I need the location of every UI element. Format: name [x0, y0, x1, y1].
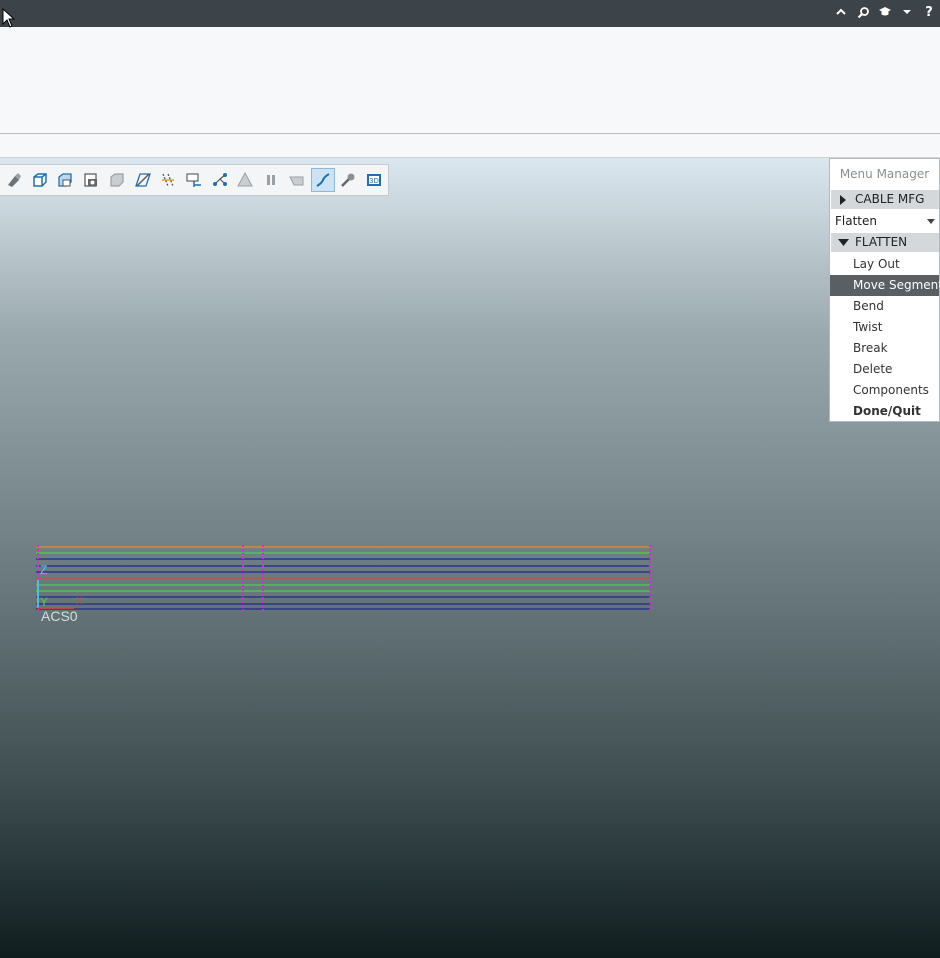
- graduation-cap-icon[interactable]: [878, 4, 892, 20]
- sub-toolbar-strip: [0, 134, 940, 158]
- wire-group: [36, 546, 650, 610]
- flatten-label: FLATTEN: [855, 235, 908, 249]
- csys-display-icon[interactable]: [182, 168, 206, 192]
- cable-display-icon[interactable]: [310, 168, 335, 192]
- menu-item-delete[interactable]: Delete: [830, 359, 939, 380]
- graphics-toolbar: 3D: [0, 164, 389, 196]
- z-axis-label: Z: [40, 563, 47, 577]
- menu-item-break[interactable]: Break: [830, 338, 939, 359]
- menu-item-lay-out[interactable]: Lay Out: [830, 254, 939, 275]
- coordinate-system-label: ACS0: [41, 608, 78, 624]
- menu-item-twist[interactable]: Twist: [830, 317, 939, 338]
- x-axis-label: X: [76, 596, 83, 607]
- menu-item-done-quit[interactable]: Done/Quit: [830, 401, 939, 422]
- zoom-box-icon[interactable]: [28, 168, 52, 192]
- menu-item-components[interactable]: Components: [830, 380, 939, 401]
- cable-mfg-label: CABLE MFG: [855, 192, 925, 206]
- spin-center-icon[interactable]: [234, 168, 258, 192]
- search-icon[interactable]: [856, 4, 870, 20]
- harness-model[interactable]: Z Y X: [30, 540, 660, 618]
- pause-icon[interactable]: [285, 168, 309, 192]
- display-style-icon[interactable]: [79, 168, 103, 192]
- repaint-icon[interactable]: [2, 168, 26, 192]
- svg-text:3D: 3D: [369, 177, 379, 185]
- ribbon: [0, 27, 940, 134]
- expand-right-icon: [831, 194, 855, 205]
- cable-mfg-header[interactable]: CABLE MFG: [831, 190, 939, 209]
- expand-down-icon: [831, 238, 855, 247]
- flatten-select-value: Flatten: [835, 214, 877, 228]
- csys-axes: Z Y X: [37, 563, 83, 609]
- y-axis-label: Y: [40, 595, 48, 609]
- plane-display-icon[interactable]: [131, 168, 155, 192]
- help-icon[interactable]: ?: [922, 4, 936, 20]
- saved-views-icon[interactable]: [53, 168, 77, 192]
- appearance-icon[interactable]: [105, 168, 129, 192]
- annotation-display-icon[interactable]: [259, 168, 283, 192]
- menu-manager: Menu Manager CABLE MFG Flatten FLATTEN L…: [829, 158, 940, 422]
- 3d-view-icon[interactable]: 3D: [362, 168, 386, 192]
- menu-item-move-segment[interactable]: Move Segment: [830, 275, 940, 296]
- flatten-select[interactable]: Flatten: [830, 211, 939, 231]
- axis-display-icon[interactable]: [156, 168, 180, 192]
- cable-tool-icon[interactable]: [337, 168, 361, 192]
- menu-manager-title: Menu Manager: [839, 167, 930, 181]
- mouse-cursor-icon: [2, 8, 16, 28]
- caret-up-icon[interactable]: [834, 4, 848, 20]
- chevron-down-icon: [927, 211, 935, 231]
- menu-item-bend[interactable]: Bend: [830, 296, 939, 317]
- point-display-icon[interactable]: [208, 168, 232, 192]
- flatten-header[interactable]: FLATTEN: [831, 233, 939, 252]
- dropdown-arrow-icon[interactable]: [900, 4, 914, 20]
- title-bar: ?: [0, 0, 940, 27]
